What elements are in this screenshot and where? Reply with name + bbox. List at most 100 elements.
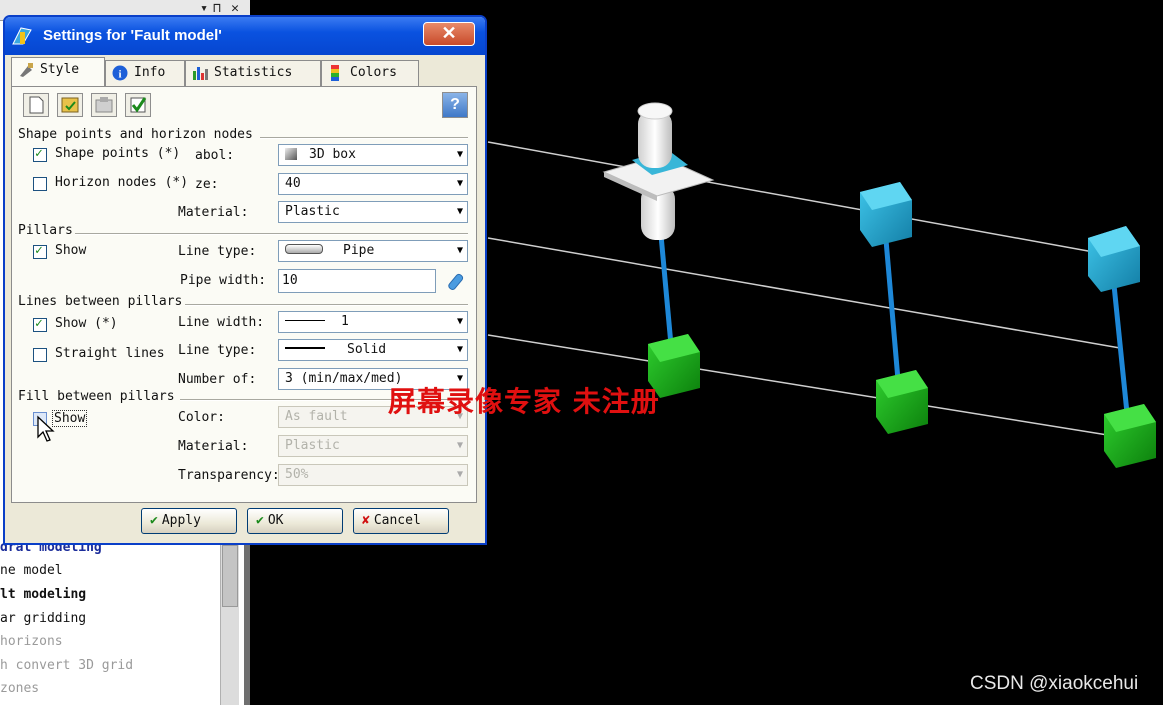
- ok-label: OK: [267, 513, 284, 528]
- check-icon: ✔: [256, 513, 264, 528]
- pillar-line-type-select[interactable]: Pipe ▼: [278, 240, 468, 262]
- group-divider: [185, 304, 468, 306]
- fill-show-label: Show: [52, 410, 88, 427]
- pillar-line-type-label: Line type:: [178, 244, 257, 259]
- statistics-icon: [192, 65, 208, 81]
- number-of-label: Number of:: [178, 372, 257, 387]
- close-button[interactable]: ✕: [423, 22, 475, 46]
- chevron-down-icon: ▼: [456, 316, 463, 327]
- tab-style-label: Style: [40, 62, 80, 77]
- tab-style[interactable]: Style: [11, 57, 105, 87]
- cancel-label: Cancel: [373, 513, 421, 528]
- chevron-down-icon: ▼: [456, 206, 463, 217]
- lines-line-type-label: Line type:: [178, 343, 257, 358]
- help-button[interactable]: ?: [442, 92, 468, 118]
- 3d-box-icon: [285, 148, 297, 160]
- material-select[interactable]: Plastic ▼: [278, 201, 468, 223]
- solid-line-icon: [285, 347, 325, 349]
- chevron-down-icon: ▼: [456, 245, 463, 256]
- horizon-nodes-checkbox[interactable]: [33, 177, 47, 191]
- csdn-credit: CSDN @xiaokcehui: [970, 673, 1139, 694]
- pillar-manipulator[interactable]: [602, 102, 715, 240]
- lines-group-title: Lines between pillars: [18, 294, 183, 309]
- chevron-down-icon: ▼: [456, 469, 463, 480]
- check-icon: ✔: [150, 513, 158, 528]
- apply-check-icon[interactable]: [125, 93, 151, 117]
- size-label: ze:: [195, 177, 219, 192]
- pillar-3: [1111, 284, 1130, 414]
- apply-button[interactable]: ✔ Apply: [141, 508, 237, 534]
- apply-label: Apply: [161, 513, 201, 528]
- pipe-icon: [285, 244, 323, 254]
- straight-lines-label: Straight lines: [55, 346, 165, 361]
- pencil-icon[interactable]: [445, 272, 465, 292]
- bottom-nodes: [648, 334, 1156, 468]
- pillars-group-title: Pillars: [18, 223, 73, 238]
- fault-line-middle: [487, 237, 1121, 349]
- pillar-line-type-value: Pipe: [343, 243, 375, 258]
- horizon-nodes-label: Horizon nodes (*): [55, 175, 189, 190]
- shape-points-label: Shape points (*): [55, 146, 181, 161]
- cancel-button[interactable]: ✘ Cancel: [353, 508, 449, 534]
- settings-dialog: Settings for 'Fault model' ✕ Style i Info…: [3, 15, 487, 545]
- symbol-select[interactable]: 3D box ▼: [278, 144, 468, 166]
- material-value: Plastic: [285, 204, 340, 219]
- chevron-down-icon: ▼: [456, 178, 463, 189]
- load-settings-icon[interactable]: [57, 93, 83, 117]
- new-icon[interactable]: [23, 93, 49, 117]
- fault-line-top: [487, 141, 1111, 256]
- transparency-select[interactable]: 50% ▼: [278, 464, 468, 486]
- cross-icon: ✘: [362, 513, 370, 528]
- size-select[interactable]: 40 ▼: [278, 173, 468, 195]
- line-width-select[interactable]: 1 ▼: [278, 311, 468, 333]
- line-width-value: 1: [341, 314, 349, 329]
- symbol-label: abol:: [195, 148, 235, 163]
- pillars-show-label: Show: [55, 243, 87, 258]
- shape-group-title: Shape points and horizon nodes: [18, 127, 253, 142]
- fault-model-icon: [12, 27, 32, 45]
- tab-statistics-label: Statistics: [214, 65, 293, 80]
- straight-lines-checkbox[interactable]: [33, 348, 47, 362]
- tab-colors-label: Colors: [350, 65, 397, 80]
- recorder-watermark: 屏幕录像专家 未注册: [388, 385, 660, 418]
- brush-icon: [18, 62, 34, 78]
- line-sample-icon: [285, 320, 325, 321]
- pillars-show-checkbox[interactable]: [33, 243, 47, 259]
- fill-material-select[interactable]: Plastic ▼: [278, 435, 468, 457]
- mouse-cursor-icon: [37, 415, 55, 442]
- lines-line-type-value: Solid: [347, 342, 387, 357]
- info-icon: i: [112, 65, 128, 81]
- color-table-icon: [328, 64, 344, 81]
- ok-button[interactable]: ✔ OK: [247, 508, 343, 534]
- shape-points-checkbox[interactable]: [33, 146, 47, 162]
- tab-colors[interactable]: Colors: [321, 60, 419, 86]
- symbol-value: 3D box: [309, 147, 356, 162]
- svg-text:i: i: [118, 68, 121, 80]
- top-nodes: [860, 182, 1140, 292]
- save-settings-icon[interactable]: [91, 93, 117, 117]
- pillar-2: [883, 239, 901, 381]
- pillar-1: [658, 234, 674, 346]
- pipe-width-label: Pipe width:: [180, 273, 267, 288]
- fill-material-value: Plastic: [285, 438, 340, 453]
- lines-line-type-select[interactable]: Solid ▼: [278, 339, 468, 361]
- material-label: Material:: [178, 205, 249, 220]
- lines-show-label: Show (*): [55, 316, 118, 331]
- fill-color-label: Color:: [178, 410, 225, 425]
- line-width-label: Line width:: [178, 315, 265, 330]
- chevron-down-icon: ▼: [456, 149, 463, 160]
- group-divider: [260, 137, 468, 139]
- tab-info[interactable]: i Info: [105, 60, 185, 86]
- fill-group-title: Fill between pillars: [18, 389, 175, 404]
- pipe-width-input[interactable]: 10: [278, 269, 436, 293]
- dialog-titlebar[interactable]: Settings for 'Fault model' ✕: [5, 17, 485, 55]
- fill-material-label: Material:: [178, 439, 249, 454]
- dialog-title: Settings for 'Fault model': [43, 27, 222, 44]
- group-divider: [75, 233, 468, 235]
- fill-color-value: As fault: [285, 409, 348, 424]
- tab-statistics[interactable]: Statistics: [185, 60, 321, 86]
- lines-show-checkbox[interactable]: [33, 316, 47, 332]
- transparency-value: 50%: [285, 467, 309, 482]
- chevron-down-icon: ▼: [456, 440, 463, 451]
- chevron-down-icon: ▼: [456, 344, 463, 355]
